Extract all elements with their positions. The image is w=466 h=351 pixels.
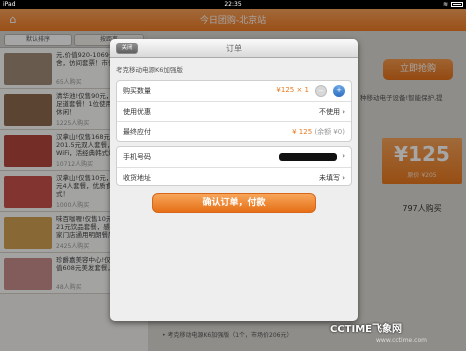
phone-row[interactable]: 手机号码 › xyxy=(117,147,351,167)
total-row: 最终应付 ¥ 125 (余额 ¥0) xyxy=(117,121,351,141)
address-label: 收货地址 xyxy=(123,174,151,182)
status-bar: iPad 22:35 ≋ xyxy=(0,0,466,9)
phone-number-redacted xyxy=(279,153,337,161)
coupon-label: 使用优惠 xyxy=(123,108,151,116)
address-row[interactable]: 收货地址 未填写 › xyxy=(117,167,351,187)
unit-price-quantity: ¥125 × 1 xyxy=(276,86,309,94)
quantity-label: 购买数量 xyxy=(123,87,151,95)
total-label: 最终应付 xyxy=(123,128,151,136)
quantity-stepper: ¥125 × 1 − + xyxy=(225,84,345,98)
watermark-url: www.cctime.com xyxy=(376,337,427,344)
dialog-title: 订单 xyxy=(226,44,242,53)
total-amount: ¥ 125 xyxy=(292,128,313,136)
quantity-row: 购买数量 ¥125 × 1 − + xyxy=(117,81,351,101)
coupon-row[interactable]: 使用优惠 不使用 › xyxy=(117,101,351,121)
clock: 22:35 xyxy=(224,1,242,8)
battery-icon xyxy=(451,2,463,7)
order-summary-group: 购买数量 ¥125 × 1 − + 使用优惠 不使用 › 最终应付 ¥ 125 … xyxy=(116,80,352,142)
chevron-right-icon: › xyxy=(342,152,345,160)
order-dialog: 关闭 订单 考克移动电源K6加强版 购买数量 ¥125 × 1 − + 使用优惠… xyxy=(110,39,358,321)
coupon-value: 不使用 › xyxy=(318,108,345,116)
address-value: 未填写 › xyxy=(318,174,345,182)
total-value: ¥ 125 (余额 ¥0) xyxy=(292,127,345,137)
confirm-order-button[interactable]: 确认订单，付款 xyxy=(152,193,316,213)
phone-label: 手机号码 xyxy=(123,153,151,161)
wifi-icon: ≋ xyxy=(442,1,448,8)
decrease-quantity-button[interactable]: − xyxy=(315,85,327,97)
balance-note: (余额 ¥0) xyxy=(314,128,345,136)
contact-group: 手机号码 › 收货地址 未填写 › xyxy=(116,146,352,186)
dialog-header: 关闭 订单 xyxy=(110,39,358,58)
increase-quantity-button[interactable]: + xyxy=(333,85,345,97)
product-name: 考克移动电源K6加强版 xyxy=(116,66,183,74)
watermark-logo: CCTIME飞象网 xyxy=(330,324,403,335)
